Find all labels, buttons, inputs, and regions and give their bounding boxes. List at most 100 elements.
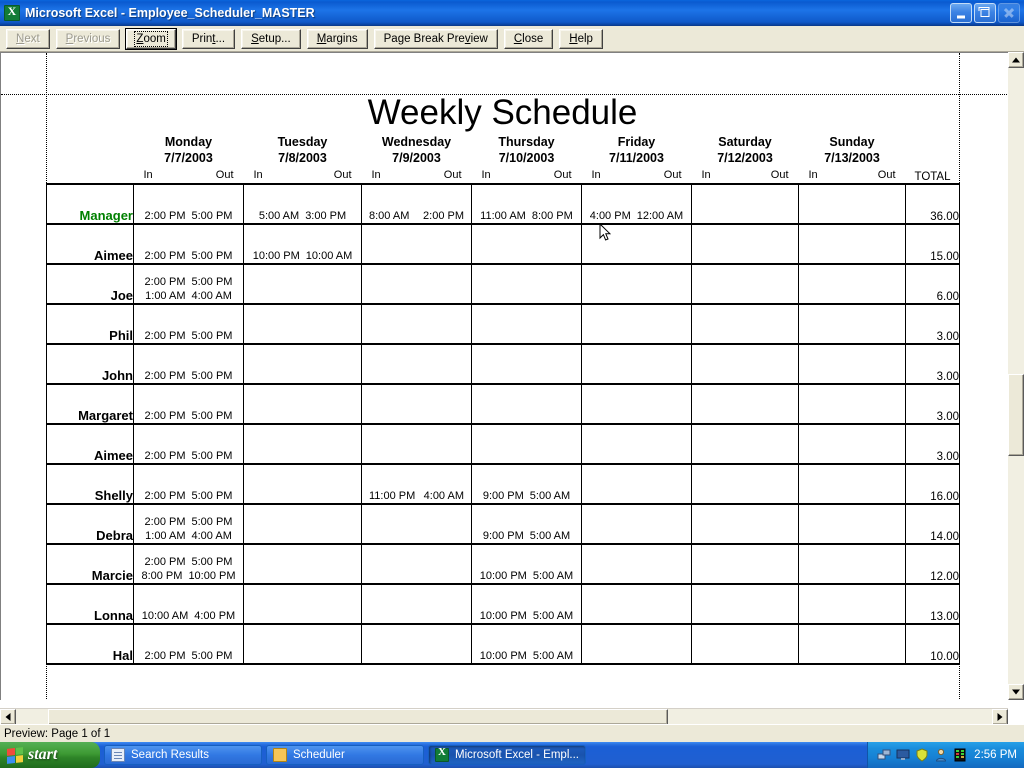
shift-cell-monday-6[interactable]: 2:00 PM 5:00 PM	[133, 424, 244, 465]
shift-cell-friday-2[interactable]	[581, 264, 692, 305]
shift-cell-friday-7[interactable]	[581, 464, 692, 505]
shift-cell-monday-7[interactable]: 2:00 PM 5:00 PM	[133, 464, 244, 505]
shift-cell-thursday-4[interactable]	[471, 344, 582, 385]
user-icon[interactable]	[934, 748, 948, 762]
shift-cell-monday-3[interactable]: 2:00 PM 5:00 PM	[133, 304, 244, 345]
shift-cell-wednesday-10[interactable]	[361, 584, 472, 625]
shift-cell-monday-2[interactable]: 2:00 PM 5:00 PM 1:00 AM 4:00 AM	[133, 264, 244, 305]
shift-cell-sunday-2[interactable]	[798, 264, 906, 305]
shift-cell-saturday-11[interactable]	[691, 624, 799, 665]
shift-cell-tuesday-0[interactable]: 5:00 AM 3:00 PM	[243, 183, 362, 225]
shift-cell-wednesday-5[interactable]	[361, 384, 472, 425]
vertical-scroll-thumb[interactable]	[1008, 374, 1024, 456]
shift-cell-thursday-2[interactable]	[471, 264, 582, 305]
shift-cell-saturday-10[interactable]	[691, 584, 799, 625]
shift-cell-wednesday-8[interactable]	[361, 504, 472, 545]
shift-cell-sunday-0[interactable]	[798, 183, 906, 225]
shift-cell-sunday-6[interactable]	[798, 424, 906, 465]
shift-cell-sunday-8[interactable]	[798, 504, 906, 545]
shift-cell-friday-3[interactable]	[581, 304, 692, 345]
shift-cell-saturday-9[interactable]	[691, 544, 799, 585]
toolbar-button-setup[interactable]: Setup...	[241, 28, 301, 49]
shield-icon[interactable]	[915, 748, 929, 762]
horizontal-scrollbar[interactable]	[0, 708, 1008, 725]
shift-cell-thursday-0[interactable]: 11:00 AM 8:00 PM	[471, 183, 582, 225]
taskbar-item-microsoft-excel-empl[interactable]: Microsoft Excel - Empl...	[428, 745, 586, 765]
shift-cell-friday-10[interactable]	[581, 584, 692, 625]
shift-cell-thursday-1[interactable]	[471, 224, 582, 265]
shift-cell-thursday-3[interactable]	[471, 304, 582, 345]
memory-icon[interactable]	[953, 748, 967, 762]
shift-cell-monday-9[interactable]: 2:00 PM 5:00 PM 8:00 PM 10:00 PM	[133, 544, 244, 585]
shift-cell-monday-10[interactable]: 10:00 AM 4:00 PM	[133, 584, 244, 625]
shift-cell-thursday-10[interactable]: 10:00 PM 5:00 AM	[471, 584, 582, 625]
display-icon[interactable]	[896, 748, 910, 762]
shift-cell-tuesday-3[interactable]	[243, 304, 362, 345]
shift-cell-tuesday-11[interactable]	[243, 624, 362, 665]
shift-cell-thursday-9[interactable]: 10:00 PM 5:00 AM	[471, 544, 582, 585]
scroll-right-button[interactable]	[992, 709, 1008, 725]
shift-cell-saturday-4[interactable]	[691, 344, 799, 385]
shift-cell-monday-11[interactable]: 2:00 PM 5:00 PM	[133, 624, 244, 665]
shift-cell-friday-6[interactable]	[581, 424, 692, 465]
shift-cell-saturday-6[interactable]	[691, 424, 799, 465]
shift-cell-thursday-5[interactable]	[471, 384, 582, 425]
shift-cell-sunday-1[interactable]	[798, 224, 906, 265]
shift-cell-friday-1[interactable]	[581, 224, 692, 265]
vertical-scrollbar[interactable]	[1008, 52, 1024, 700]
minimize-button[interactable]	[950, 2, 972, 23]
shift-cell-sunday-4[interactable]	[798, 344, 906, 385]
taskbar-item-search-results[interactable]: Search Results	[104, 745, 262, 765]
shift-cell-wednesday-2[interactable]	[361, 264, 472, 305]
restore-button[interactable]	[974, 2, 996, 23]
shift-cell-saturday-1[interactable]	[691, 224, 799, 265]
shift-cell-thursday-11[interactable]: 10:00 PM 5:00 AM	[471, 624, 582, 665]
shift-cell-tuesday-2[interactable]	[243, 264, 362, 305]
shift-cell-sunday-11[interactable]	[798, 624, 906, 665]
shift-cell-sunday-3[interactable]	[798, 304, 906, 345]
shift-cell-friday-4[interactable]	[581, 344, 692, 385]
shift-cell-tuesday-8[interactable]	[243, 504, 362, 545]
shift-cell-monday-1[interactable]: 2:00 PM 5:00 PM	[133, 224, 244, 265]
shift-cell-sunday-10[interactable]	[798, 584, 906, 625]
shift-cell-friday-9[interactable]	[581, 544, 692, 585]
shift-cell-tuesday-10[interactable]	[243, 584, 362, 625]
toolbar-button-print[interactable]: Print...	[181, 28, 236, 49]
shift-cell-saturday-3[interactable]	[691, 304, 799, 345]
shift-cell-sunday-7[interactable]	[798, 464, 906, 505]
shift-cell-tuesday-7[interactable]	[243, 464, 362, 505]
shift-cell-sunday-9[interactable]	[798, 544, 906, 585]
shift-cell-saturday-8[interactable]	[691, 504, 799, 545]
shift-cell-wednesday-9[interactable]	[361, 544, 472, 585]
horizontal-scroll-thumb[interactable]	[48, 709, 668, 725]
scroll-down-button[interactable]	[1008, 684, 1024, 700]
shift-cell-wednesday-11[interactable]	[361, 624, 472, 665]
taskbar-clock[interactable]: 2:56 PM	[974, 749, 1017, 761]
shift-cell-sunday-5[interactable]	[798, 384, 906, 425]
close-button[interactable]	[998, 2, 1020, 23]
shift-cell-tuesday-6[interactable]	[243, 424, 362, 465]
shift-cell-thursday-8[interactable]: 9:00 PM 5:00 AM	[471, 504, 582, 545]
shift-cell-monday-0[interactable]: 2:00 PM 5:00 PM	[133, 183, 244, 225]
shift-cell-friday-5[interactable]	[581, 384, 692, 425]
scroll-left-button[interactable]	[0, 709, 16, 725]
shift-cell-wednesday-0[interactable]: 8:00 AM 2:00 PM	[361, 183, 472, 225]
start-button[interactable]: start	[0, 742, 100, 768]
shift-cell-wednesday-6[interactable]	[361, 424, 472, 465]
shift-cell-saturday-5[interactable]	[691, 384, 799, 425]
shift-cell-thursday-7[interactable]: 9:00 PM 5:00 AM	[471, 464, 582, 505]
shift-cell-tuesday-5[interactable]	[243, 384, 362, 425]
shift-cell-friday-0[interactable]: 4:00 PM 12:00 AM	[581, 183, 692, 225]
shift-cell-wednesday-1[interactable]	[361, 224, 472, 265]
toolbar-button-zoom[interactable]: Zoom	[126, 28, 176, 49]
toolbar-button-page-break-preview[interactable]: Page Break Preview	[373, 28, 498, 49]
shift-cell-monday-5[interactable]: 2:00 PM 5:00 PM	[133, 384, 244, 425]
shift-cell-wednesday-4[interactable]	[361, 344, 472, 385]
shift-cell-wednesday-7[interactable]: 11:00 PM 4:00 AM	[361, 464, 472, 505]
shift-cell-wednesday-3[interactable]	[361, 304, 472, 345]
taskbar-item-scheduler[interactable]: Scheduler	[266, 745, 424, 765]
shift-cell-saturday-0[interactable]	[691, 183, 799, 225]
shift-cell-tuesday-9[interactable]	[243, 544, 362, 585]
shift-cell-tuesday-1[interactable]: 10:00 PM 10:00 AM	[243, 224, 362, 265]
shift-cell-friday-8[interactable]	[581, 504, 692, 545]
